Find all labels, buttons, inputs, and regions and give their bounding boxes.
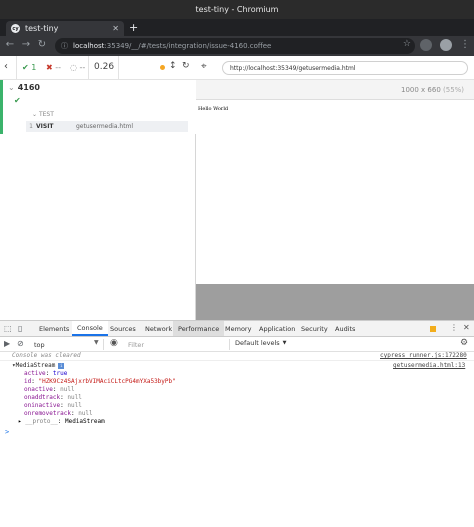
close-icon[interactable]: ✕	[112, 24, 119, 33]
live-expression-eye-icon[interactable]: ◉	[110, 338, 118, 348]
tab-console[interactable]: Console	[72, 321, 108, 336]
command-name: VISIT	[36, 123, 54, 130]
object-property: active: true	[24, 370, 68, 377]
restart-icon[interactable]: ↻	[182, 61, 190, 71]
command-message: getusermedia.html	[76, 123, 134, 130]
aut-header: ⌖ http://localhost:35349/getusermedia.ht…	[196, 56, 474, 80]
window-titlebar: test-tiny - Chromium	[0, 0, 474, 19]
tab-application[interactable]: Application	[254, 321, 300, 336]
avatar[interactable]	[440, 39, 452, 51]
dropdown-arrow-icon: ▼	[282, 340, 287, 346]
runnable-list: ⌄ 4160 ✔ ⌄ TEST 1 VISIT getusermedia.html	[0, 80, 196, 134]
object-proto-row[interactable]: ▸ __proto__: MediaStream	[18, 418, 105, 425]
devtools-tabbar: ⬚ ▯ Elements Console Sources Network Per…	[0, 321, 474, 337]
gear-icon[interactable]: ⚙	[460, 338, 468, 348]
new-tab-button[interactable]: +	[129, 21, 138, 34]
cypress-reporter: ‹ ✔ 1 ✖ -- ◌ -- 0.26 ↕ ↻ ⌄ 4160 ✔ ⌄ TEST …	[0, 56, 196, 320]
clear-console-icon[interactable]: ⊘	[17, 339, 24, 348]
tab-elements[interactable]: Elements	[34, 321, 74, 336]
info-icon: i	[58, 362, 65, 369]
divider	[118, 56, 119, 80]
command-row[interactable]: 1 VISIT getusermedia.html	[26, 121, 188, 132]
object-property: onaddtrack: null	[24, 394, 82, 401]
tab-strip: cy test-tiny ✕ +	[0, 19, 474, 36]
divider	[16, 56, 17, 80]
tab-network[interactable]: Network	[140, 321, 177, 336]
sidebar-toggle-icon[interactable]: ▶	[4, 339, 10, 348]
pending-count: ◌ --	[70, 63, 86, 72]
chevron-down-icon: ⌄	[8, 83, 15, 92]
console-prompt[interactable]: >	[5, 428, 9, 436]
more-options-icon[interactable]: ⋮	[450, 323, 458, 332]
aut-backdrop	[196, 284, 474, 320]
console-source-link[interactable]: cypress_runner.js:172280	[380, 352, 467, 359]
object-property: onremovetrack: null	[24, 410, 93, 417]
menu-dots-icon[interactable]: ⋮	[458, 39, 472, 50]
inspect-element-icon[interactable]: ⬚	[4, 324, 12, 333]
tab-memory[interactable]: Memory	[220, 321, 256, 336]
address-bar[interactable]: ⓘ localhost:35349/__/#/tests/integration…	[55, 38, 415, 54]
browser-tab[interactable]: cy test-tiny ✕	[6, 21, 124, 36]
selector-playground-icon[interactable]: ⌖	[201, 61, 207, 72]
warning-badge-icon[interactable]	[430, 326, 436, 332]
test-row[interactable]: ✔	[14, 96, 21, 105]
aut-panel: ⌖ http://localhost:35349/getusermedia.ht…	[196, 56, 474, 320]
run-duration: 0.26	[94, 62, 115, 72]
console-object-header[interactable]: ▾MediaStream i	[12, 362, 65, 369]
console-message: Console was cleared	[12, 352, 81, 359]
viewport-info[interactable]: 1000 x 660 (55%)	[401, 86, 464, 94]
chevron-left-icon[interactable]: ‹	[4, 61, 8, 72]
object-property: oninactive: null	[24, 402, 82, 409]
window-title: test-tiny - Chromium	[195, 5, 279, 14]
chevron-down-icon: ⌄	[32, 111, 39, 118]
extension-icon[interactable]	[420, 39, 432, 51]
divider	[88, 56, 89, 80]
console-source-link[interactable]: getusermedia.html:13	[393, 362, 465, 369]
browser-tab-title: test-tiny	[25, 24, 59, 33]
pass-status-bar	[0, 80, 3, 134]
reporter-header: ‹ ✔ 1 ✖ -- ◌ -- 0.26 ↕ ↻	[0, 56, 196, 80]
device-toolbar-icon[interactable]: ▯	[18, 324, 22, 333]
cypress-favicon-icon: cy	[11, 24, 20, 33]
divider	[0, 360, 474, 361]
devtools-panel: ⬚ ▯ Elements Console Sources Network Per…	[0, 320, 474, 527]
context-selector[interactable]: top	[28, 339, 104, 350]
console-toolbar: ▶ ⊘ top ▼ ◉ Filter Default levels ▼ ⚙	[0, 337, 474, 352]
passed-count: ✔ 1	[22, 63, 37, 72]
tab-audits[interactable]: Audits	[330, 321, 360, 336]
forward-arrow-icon[interactable]: →	[19, 39, 33, 50]
command-number: 1	[29, 123, 33, 130]
aut-page-text: Hello World	[198, 106, 229, 112]
bookmark-star-icon[interactable]: ☆	[403, 39, 411, 49]
failed-count: ✖ --	[46, 63, 62, 72]
log-levels-dropdown[interactable]: Default levels ▼	[235, 339, 287, 347]
auto-scroll-icon[interactable]: ↕	[169, 61, 177, 71]
tab-performance[interactable]: Performance	[173, 321, 225, 336]
reload-icon[interactable]: ↻	[35, 39, 49, 50]
info-icon[interactable]: ⓘ	[61, 41, 68, 51]
object-property: id: "HZK9Cz4SAjxrbVIMAciCLtcPG4mYXa53byP…	[24, 378, 176, 385]
aut-iframe[interactable]: Hello World	[196, 99, 474, 284]
test-pass-check-icon: ✔	[14, 96, 21, 105]
test-body-label: ⌄ TEST	[32, 111, 54, 118]
browser-toolbar: ← → ↻ ⓘ localhost:35349/__/#/tests/integ…	[0, 36, 474, 56]
tab-security[interactable]: Security	[296, 321, 333, 336]
aut-url-display: http://localhost:35349/getusermedia.html	[222, 61, 468, 75]
console-filter-input[interactable]: Filter	[124, 339, 230, 350]
suite-row[interactable]: ⌄ 4160	[8, 83, 40, 92]
tab-sources[interactable]: Sources	[105, 321, 141, 336]
suite-title: 4160	[17, 83, 40, 92]
dropdown-arrow-icon: ▼	[94, 339, 99, 346]
object-property: onactive: null	[24, 386, 75, 393]
auto-scroll-indicator	[160, 65, 165, 70]
close-icon[interactable]: ✕	[463, 323, 470, 332]
back-arrow-icon[interactable]: ←	[3, 39, 17, 50]
